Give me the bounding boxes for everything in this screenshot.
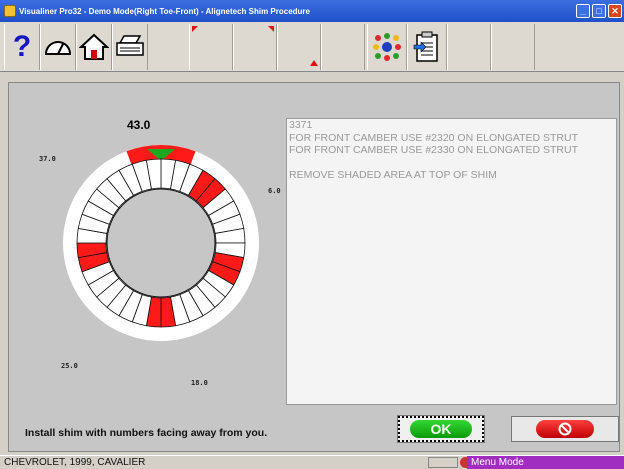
instruction-line xyxy=(289,157,616,170)
instruction-line: 3371 xyxy=(289,119,313,131)
marker-icon xyxy=(192,26,198,32)
toolbar: ? xyxy=(0,22,624,72)
shim-procedure-panel: 43.0 37.0 6.0 25.0 18.0 3371 FOR FRONT C… xyxy=(8,82,620,452)
window-title: Visualiner Pro32 - Demo Mode(Right Toe-F… xyxy=(19,6,310,16)
cancel-icon xyxy=(558,422,572,436)
close-icon[interactable]: ✕ xyxy=(608,4,622,18)
shim-center-hole xyxy=(106,188,216,298)
marker-icon xyxy=(268,26,274,32)
instruction-line: FOR FRONT CAMBER USE #2330 ON ELONGATED … xyxy=(289,144,578,156)
shim-dial xyxy=(63,145,259,341)
label-upper-left: 37.0 xyxy=(39,155,56,163)
toolbar-blank-2[interactable] xyxy=(233,24,277,70)
label-lower-left: 25.0 xyxy=(61,362,78,370)
top-reading: 43.0 xyxy=(127,118,151,132)
status-indicator xyxy=(428,457,458,468)
vehicle-info: CHEVROLET, 1999, CAVALIER xyxy=(4,457,146,468)
maximize-icon[interactable]: □ xyxy=(592,4,606,18)
help-button[interactable]: ? xyxy=(4,24,40,70)
toolbar-blank-5[interactable] xyxy=(447,24,491,70)
vehicle-specs-button[interactable] xyxy=(367,24,407,70)
ok-button[interactable]: OK xyxy=(397,415,485,443)
clipboard-button[interactable] xyxy=(407,24,447,70)
instruction-line: REMOVE SHADED AREA AT TOP OF SHIM xyxy=(289,169,497,181)
ok-label: OK xyxy=(410,420,472,438)
cancel-button[interactable] xyxy=(511,416,619,442)
marker-icon xyxy=(310,60,318,66)
help-icon: ? xyxy=(12,30,32,63)
instruction-line: FOR FRONT CAMBER USE #2320 ON ELONGATED … xyxy=(289,131,578,144)
toolbar-blank-1[interactable] xyxy=(189,24,233,70)
home-button[interactable] xyxy=(76,24,112,70)
label-bottom: 18.0 xyxy=(191,379,208,387)
vehicle-specs-icon xyxy=(373,33,401,61)
home-icon xyxy=(79,33,109,60)
minimize-icon[interactable]: _ xyxy=(576,4,590,18)
status-bar: CHEVROLET, 1999, CAVALIER Menu Mode xyxy=(0,455,624,469)
label-right: 6.0 xyxy=(268,187,281,195)
toolbar-blank-3[interactable] xyxy=(277,24,321,70)
printer-icon xyxy=(116,35,144,56)
clipboard-icon xyxy=(413,31,438,62)
title-bar: Visualiner Pro32 - Demo Mode(Right Toe-F… xyxy=(0,0,624,22)
gauge-icon xyxy=(44,41,72,55)
instructions-panel: 3371 FOR FRONT CAMBER USE #2320 ON ELONG… xyxy=(286,118,617,405)
toolbar-blank-4[interactable] xyxy=(321,24,365,70)
gauge-button[interactable] xyxy=(40,24,76,70)
app-icon xyxy=(4,5,16,17)
install-instruction: Install shim with numbers facing away fr… xyxy=(25,427,268,439)
print-button[interactable] xyxy=(112,24,148,70)
toolbar-blank-6[interactable] xyxy=(491,24,535,70)
mode-indicator: Menu Mode xyxy=(467,456,624,469)
